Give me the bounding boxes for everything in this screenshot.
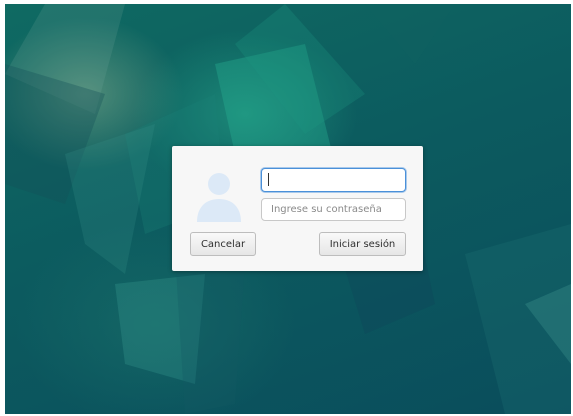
cancel-button-label: Cancelar — [200, 238, 246, 250]
password-input[interactable] — [261, 198, 406, 221]
login-dialog: Cancelar Iniciar sesión — [172, 146, 423, 271]
sign-in-button-label: Iniciar sesión — [329, 238, 396, 250]
text-caret — [268, 173, 269, 186]
cancel-button[interactable]: Cancelar — [190, 232, 256, 256]
sign-in-button[interactable]: Iniciar sesión — [319, 232, 406, 256]
desktop-wallpaper: Cancelar Iniciar sesión — [5, 4, 571, 414]
username-input[interactable] — [261, 168, 406, 192]
user-avatar-icon — [197, 173, 241, 222]
